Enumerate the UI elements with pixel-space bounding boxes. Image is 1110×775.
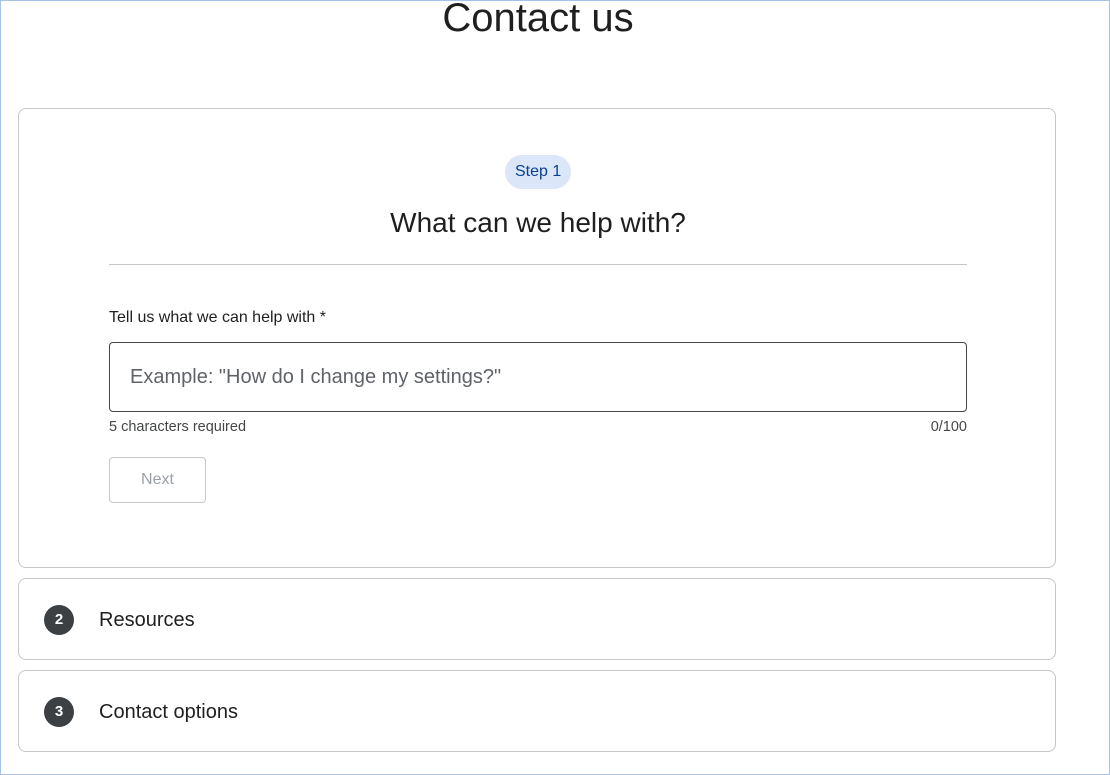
step-chip: Step 1 <box>505 155 572 189</box>
next-button[interactable]: Next <box>109 457 206 503</box>
step-title-resources: Resources <box>99 609 195 631</box>
step-number-badge: 2 <box>44 605 74 635</box>
step-title-contact-options: Contact options <box>99 701 238 723</box>
step-1-card: Step 1 What can we help with? Tell us wh… <box>18 108 1056 568</box>
helper-text: 5 characters required <box>109 419 247 435</box>
character-counter: 0/100 <box>930 419 967 435</box>
divider <box>109 264 967 265</box>
step-2-card[interactable]: 2 Resources <box>18 578 1056 660</box>
step-number-badge: 3 <box>44 697 74 727</box>
step-3-card[interactable]: 3 Contact options <box>18 670 1056 752</box>
help-field-label: Tell us what we can help with * <box>109 309 326 326</box>
page-title: Contact us <box>442 0 634 40</box>
step-heading: What can we help with? <box>390 207 686 238</box>
help-input[interactable] <box>109 342 967 412</box>
